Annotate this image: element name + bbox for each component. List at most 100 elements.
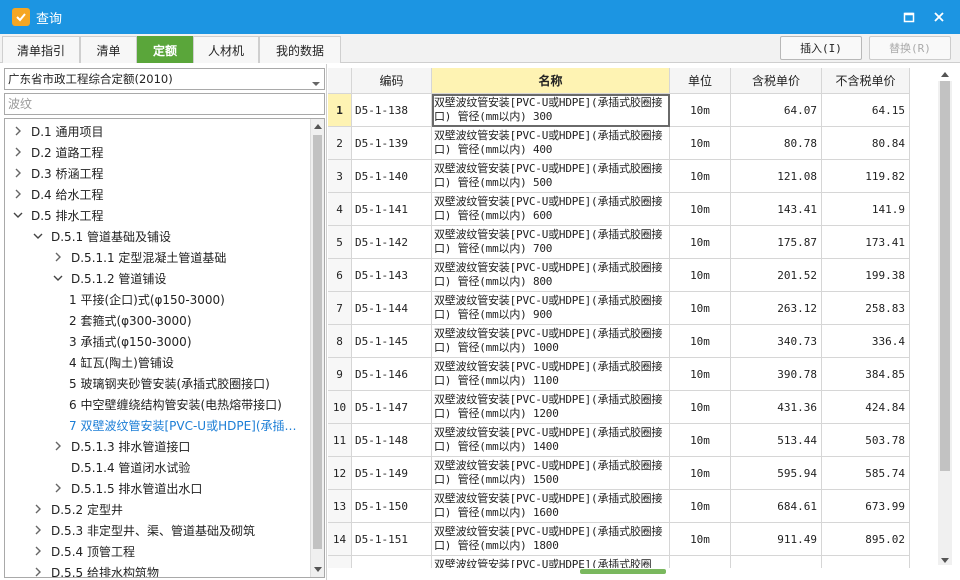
row-number[interactable]: 3: [328, 160, 352, 193]
row-number[interactable]: [328, 556, 352, 568]
insert-button[interactable]: 插入(I): [780, 36, 862, 60]
replace-button[interactable]: 替换(R): [869, 36, 951, 60]
search-input[interactable]: [4, 93, 325, 115]
tree-node[interactable]: D.5.1.3 排水管道接口: [51, 436, 190, 456]
tree-node[interactable]: 6 中空壁缠绕结构管安装(电热熔带接口): [69, 394, 282, 414]
row-number[interactable]: 2: [328, 127, 352, 160]
chevron-down-icon[interactable]: [51, 271, 65, 285]
table-row[interactable]: 7 D5-1-144 双壁波纹管安装[PVC-U或HDPE](承插式胶圈接口) 管径…: [328, 292, 938, 325]
row-number[interactable]: 9: [328, 358, 352, 391]
chevron-down-icon[interactable]: [31, 229, 45, 243]
tab-labor-material[interactable]: 人材机: [193, 36, 259, 63]
table-row[interactable]: 5 D5-1-142 双壁波纹管安装[PVC-U或HDPE](承插式胶圈接口) 管径…: [328, 226, 938, 259]
chevron-right-icon[interactable]: [11, 145, 25, 159]
row-number[interactable]: 4: [328, 193, 352, 226]
chevron-right-icon[interactable]: [31, 502, 45, 516]
tree-node[interactable]: D.5.3 非定型井、渠、管道基础及砌筑: [31, 520, 255, 540]
tab-quota[interactable]: 定额: [137, 36, 193, 63]
grid-scrollbar[interactable]: [938, 71, 952, 565]
chevron-right-icon[interactable]: [11, 124, 25, 138]
tree-node[interactable]: D.5.4 顶管工程: [31, 541, 135, 561]
chevron-right-icon[interactable]: [51, 439, 65, 453]
tree-node[interactable]: 2 套箍式(φ300-3000): [69, 310, 192, 330]
chevron-right-icon[interactable]: [51, 481, 65, 495]
tab-bill[interactable]: 清单: [80, 36, 137, 63]
tree-node[interactable]: D.5.1.1 定型混凝土管道基础: [51, 247, 226, 267]
grid-scroll-down-icon[interactable]: [940, 555, 950, 565]
tab-bill-guide[interactable]: 清单指引: [2, 36, 80, 63]
row-number[interactable]: 8: [328, 325, 352, 358]
tree-node[interactable]: 5 玻璃钢夹砂管安装(承插式胶圈接口): [69, 373, 270, 393]
table-row[interactable]: 11 D5-1-148 双壁波纹管安装[PVC-U或HDPE](承插式胶圈接口) 管…: [328, 424, 938, 457]
name-cell: 双壁波纹管安装[PVC-U或HDPE](承插式胶圈接口) 管径(mm以内) 16…: [432, 490, 670, 523]
tree-node[interactable]: D.2 道路工程: [11, 142, 104, 162]
tab-my-data[interactable]: 我的数据: [259, 36, 341, 63]
scroll-up-icon[interactable]: [313, 121, 323, 131]
tree-node[interactable]: D.5.5 给排水构筑物: [31, 562, 159, 577]
chevron-right-icon[interactable]: [31, 523, 45, 537]
chevron-down-icon[interactable]: [11, 208, 25, 222]
name-cell: 双壁波纹管安装[PVC-U或HDPE](承插式胶圈接口) 管径(mm以内) 60…: [432, 193, 670, 226]
table-row[interactable]: 13 D5-1-150 双壁波纹管安装[PVC-U或HDPE](承插式胶圈接口) 管…: [328, 490, 938, 523]
table-row[interactable]: 1 D5-1-138 双壁波纹管安装[PVC-U或HDPE](承插式胶圈接口) 管径…: [328, 94, 938, 127]
tax-price-cell: 263.12: [731, 292, 822, 325]
row-number[interactable]: 7: [328, 292, 352, 325]
tax-price-cell: [731, 556, 822, 568]
tree-node[interactable]: D.1 通用项目: [11, 121, 104, 141]
row-number[interactable]: 11: [328, 424, 352, 457]
table-row[interactable]: 2 D5-1-139 双壁波纹管安装[PVC-U或HDPE](承插式胶圈接口) 管径…: [328, 127, 938, 160]
grid-horizontal-scroll-thumb[interactable]: [580, 569, 666, 574]
row-number[interactable]: 5: [328, 226, 352, 259]
tree-node[interactable]: D.5.1 管道基础及铺设: [31, 226, 171, 246]
row-number[interactable]: 14: [328, 523, 352, 556]
row-header-column[interactable]: [328, 68, 352, 94]
grid-scroll-thumb[interactable]: [940, 81, 950, 471]
tree-node-label: D.5.4 顶管工程: [51, 544, 135, 559]
table-row[interactable]: 12 D5-1-149 双壁波纹管安装[PVC-U或HDPE](承插式胶圈接口) 管…: [328, 457, 938, 490]
row-number[interactable]: 1: [328, 94, 352, 127]
tree-scrollbar[interactable]: [310, 119, 324, 577]
tree-node[interactable]: 7 双壁波纹管安装[PVC-U或HDPE](承插…: [69, 415, 297, 435]
tree-node[interactable]: D.5.1.5 排水管道出水口: [51, 478, 202, 498]
tree-node[interactable]: 3 承插式(φ150-3000): [69, 331, 192, 351]
table-row[interactable]: 9 D5-1-146 双壁波纹管安装[PVC-U或HDPE](承插式胶圈接口) 管径…: [328, 358, 938, 391]
chevron-right-icon[interactable]: [51, 250, 65, 264]
code-column-header[interactable]: 编码: [352, 68, 432, 94]
table-row[interactable]: 3 D5-1-140 双壁波纹管安装[PVC-U或HDPE](承插式胶圈接口) 管径…: [328, 160, 938, 193]
table-row[interactable]: 4 D5-1-141 双壁波纹管安装[PVC-U或HDPE](承插式胶圈接口) 管径…: [328, 193, 938, 226]
table-row[interactable]: 双壁波纹管安装[PVC-U或HDPE](承插式胶圈: [328, 556, 938, 568]
table-row[interactable]: 8 D5-1-145 双壁波纹管安装[PVC-U或HDPE](承插式胶圈接口) 管径…: [328, 325, 938, 358]
unit-cell: 10m: [670, 457, 731, 490]
chevron-right-icon[interactable]: [31, 565, 45, 577]
name-column-header[interactable]: 名称: [432, 68, 670, 94]
row-number[interactable]: 10: [328, 391, 352, 424]
tree-node[interactable]: D.3 桥涵工程: [11, 163, 104, 183]
tree-scroll-thumb[interactable]: [313, 135, 322, 549]
row-number[interactable]: 12: [328, 457, 352, 490]
maximize-icon[interactable]: [900, 8, 918, 26]
chevron-right-icon[interactable]: [31, 544, 45, 558]
unit-column-header[interactable]: 单位: [670, 68, 731, 94]
row-number[interactable]: 13: [328, 490, 352, 523]
chevron-right-icon[interactable]: [11, 187, 25, 201]
table-row[interactable]: 6 D5-1-143 双壁波纹管安装[PVC-U或HDPE](承插式胶圈接口) 管径…: [328, 259, 938, 292]
tree-node[interactable]: D.5.2 定型井: [31, 499, 123, 519]
tax-price-column-header[interactable]: 含税单价: [731, 68, 822, 94]
tree-node[interactable]: 4 缸瓦(陶土)管铺设: [69, 352, 174, 372]
chevron-down-icon[interactable]: [312, 76, 320, 90]
chevron-right-icon[interactable]: [11, 166, 25, 180]
tree-node[interactable]: D.5 排水工程: [11, 205, 104, 225]
tree-node[interactable]: D.4 给水工程: [11, 184, 104, 204]
table-row[interactable]: 14 D5-1-151 双壁波纹管安装[PVC-U或HDPE](承插式胶圈接口) 管…: [328, 523, 938, 556]
row-number[interactable]: 6: [328, 259, 352, 292]
tree-node[interactable]: D.5.1.2 管道铺设: [51, 268, 166, 288]
notax-price-column-header[interactable]: 不含税单价: [822, 68, 910, 94]
scroll-down-icon[interactable]: [313, 564, 323, 574]
tree-node[interactable]: D.5.1.4 管道闭水试验: [51, 457, 190, 477]
quota-library-select[interactable]: 广东省市政工程综合定额(2010): [4, 68, 325, 90]
grid-scroll-up-icon[interactable]: [940, 69, 950, 79]
notax-price-cell: 173.41: [822, 226, 910, 259]
close-icon[interactable]: [930, 8, 948, 26]
table-row[interactable]: 10 D5-1-147 双壁波纹管安装[PVC-U或HDPE](承插式胶圈接口) 管…: [328, 391, 938, 424]
tree-node[interactable]: 1 平接(企口)式(φ150-3000): [69, 289, 225, 309]
